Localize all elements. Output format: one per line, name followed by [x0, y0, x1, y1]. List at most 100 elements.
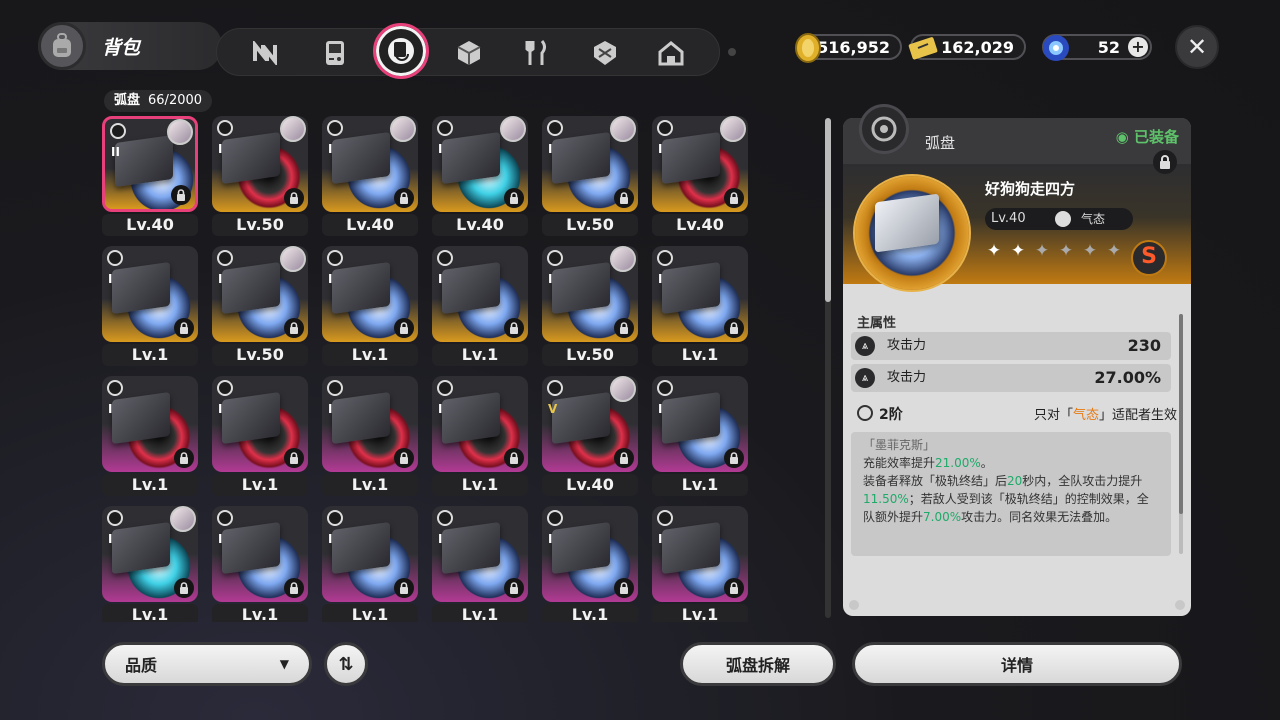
disc-card[interactable]: I Lv.1 — [540, 504, 640, 622]
star-empty-icon: ✦ — [1106, 241, 1122, 261]
skill-condition: 只对「气态」适配者生效 — [1034, 404, 1177, 423]
lock-toggle[interactable] — [1153, 150, 1177, 174]
lock-icon — [724, 448, 744, 468]
lock-icon — [614, 188, 634, 208]
disc-cover — [442, 131, 500, 185]
disc-level: Lv.40 — [991, 211, 1026, 226]
tab-gameboy-icon[interactable] — [311, 29, 359, 77]
disc-rank: I — [108, 272, 113, 286]
disc-card[interactable]: I Lv.1 — [650, 504, 750, 622]
disc-thumbnail: I — [432, 506, 528, 602]
disc-level: Lv.40 — [322, 214, 418, 236]
disc-rank: I — [548, 142, 553, 156]
disc-card[interactable]: I Lv.50 — [210, 114, 310, 238]
disc-card[interactable]: I Lv.1 — [650, 244, 750, 368]
disc-card[interactable]: I Lv.1 — [100, 244, 200, 368]
disc-thumbnail: I — [652, 376, 748, 472]
grid-scrollbar[interactable] — [825, 118, 831, 618]
skill-level-text: 2阶 — [879, 407, 903, 423]
disc-rank: I — [438, 272, 443, 286]
lock-icon — [394, 318, 414, 338]
disc-level: Lv.50 — [542, 214, 638, 236]
disc-card[interactable]: I Lv.1 — [320, 504, 420, 622]
lock-icon — [174, 578, 194, 598]
lock-icon — [171, 185, 191, 205]
disc-card[interactable]: V Lv.40 — [540, 374, 640, 498]
stat-name: 攻击力 — [887, 338, 927, 353]
attribute-icon — [217, 380, 233, 396]
equipped-agent-avatar — [610, 246, 636, 272]
tab-shield-icon[interactable] — [581, 29, 629, 77]
attribute-icon — [657, 120, 673, 136]
skill-description: 「墨菲克斯」 充能效率提升21.00%。 装备者释放「极轨终结」后20秒内，全队… — [851, 432, 1171, 556]
inventory-count-value: 66/2000 — [148, 93, 203, 108]
disc-level: Lv.1 — [212, 604, 308, 622]
disc-rank: I — [548, 532, 553, 546]
dismantle-button[interactable]: 弧盘拆解 — [680, 642, 836, 686]
disc-cover — [552, 261, 610, 315]
dismantle-label: 弧盘拆解 — [725, 656, 790, 675]
detail-scrollbar-thumb[interactable] — [1179, 314, 1183, 514]
disc-card[interactable]: I Lv.1 — [430, 504, 530, 622]
disc-cover — [442, 521, 500, 575]
quality-filter-dropdown[interactable]: 品质 ▼ — [102, 642, 312, 686]
close-button[interactable]: ✕ — [1175, 25, 1219, 69]
disc-card[interactable]: I Lv.1 — [430, 244, 530, 368]
disc-thumbnail: II — [102, 116, 198, 212]
disc-card[interactable]: I Lv.1 — [650, 374, 750, 498]
lock-icon — [504, 188, 524, 208]
details-button[interactable]: 详情 — [852, 642, 1182, 686]
disc-card[interactable]: I Lv.50 — [540, 244, 640, 368]
tab-disc-icon[interactable] — [373, 23, 429, 79]
tab-n-icon[interactable] — [241, 29, 289, 77]
star-empty-icon: ✦ — [1034, 241, 1050, 261]
disc-thumbnail: I — [542, 506, 638, 602]
disc-rank: I — [658, 142, 663, 156]
disc-level: Lv.50 — [212, 214, 308, 236]
disc-detail-panel: 弧盘 ◉ 已装备 好狗狗走四方 Lv.40 气态 ✦ ✦ ✦ ✦ ✦ ✦ S 主属性 ⩓ … — [843, 118, 1191, 616]
lock-icon — [724, 578, 744, 598]
ticket-icon — [906, 30, 942, 66]
disc-thumbnail: I — [102, 506, 198, 602]
disc-cover — [112, 521, 170, 575]
disc-level: Lv.50 — [542, 344, 638, 366]
disc-rank: V — [548, 402, 558, 416]
disc-card[interactable]: I Lv.1 — [210, 504, 310, 622]
attack-icon: ⩓ — [855, 336, 875, 356]
skill-cond-element: 气态 — [1072, 408, 1099, 423]
disc-card[interactable]: I Lv.1 — [320, 244, 420, 368]
tab-home-icon[interactable] — [647, 29, 695, 77]
disc-card[interactable]: I Lv.1 — [320, 374, 420, 498]
tab-food-icon[interactable] — [513, 29, 561, 77]
category-tabs — [216, 23, 720, 79]
disc-card[interactable]: I Lv.1 — [210, 374, 310, 498]
disc-card[interactable]: I Lv.1 — [430, 374, 530, 498]
lock-icon — [614, 318, 634, 338]
disc-card[interactable]: I Lv.50 — [540, 114, 640, 238]
star-filled-icon: ✦ — [1010, 241, 1026, 261]
disc-cover — [662, 521, 720, 575]
sort-order-button[interactable]: ⇅ — [324, 642, 368, 686]
rank-letter: S — [1141, 244, 1157, 269]
disc-rank: I — [438, 402, 443, 416]
attribute-icon — [657, 380, 673, 396]
disc-cover — [552, 391, 610, 445]
disc-level: Lv.1 — [432, 344, 528, 366]
grid-scrollbar-thumb[interactable] — [825, 118, 831, 302]
disc-card[interactable]: I Lv.40 — [320, 114, 420, 238]
disc-card[interactable]: II Lv.40 — [100, 114, 200, 238]
disc-card[interactable]: I Lv.50 — [210, 244, 310, 368]
disc-card[interactable]: I Lv.40 — [430, 114, 530, 238]
disc-card[interactable]: I Lv.40 — [650, 114, 750, 238]
disc-level: Lv.1 — [542, 604, 638, 622]
disc-card[interactable]: I Lv.1 — [100, 504, 200, 622]
disc-level: Lv.1 — [102, 344, 198, 366]
tab-cube-icon[interactable] — [445, 29, 493, 77]
add-energy-button[interactable]: + — [1128, 37, 1148, 57]
disc-card[interactable]: I Lv.1 — [100, 374, 200, 498]
lock-icon — [284, 188, 304, 208]
detail-scrollbar[interactable] — [1179, 314, 1183, 554]
disc-cover-art — [875, 193, 939, 253]
star-filled-icon: ✦ — [986, 241, 1002, 261]
attribute-icon — [217, 250, 233, 266]
